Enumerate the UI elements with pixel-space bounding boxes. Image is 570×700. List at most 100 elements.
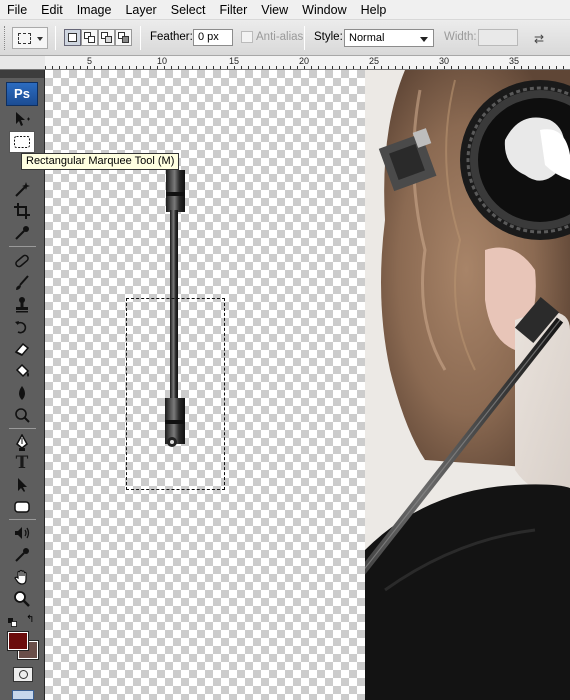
feather-label: Feather: — [150, 31, 193, 43]
healing-icon[interactable] — [9, 250, 35, 272]
ruler-tick — [171, 66, 172, 69]
marquee-icon[interactable] — [9, 131, 35, 153]
intersect-selection-button[interactable] — [115, 29, 132, 46]
path-select-icon[interactable] — [9, 474, 35, 496]
ruler-tick — [507, 66, 508, 69]
ruler-tick — [332, 66, 333, 69]
ruler-tick — [234, 66, 235, 69]
history-brush-icon[interactable] — [9, 316, 35, 338]
ruler-tick — [388, 66, 389, 69]
notes-icon[interactable] — [9, 522, 35, 544]
ruler-tick — [227, 66, 228, 69]
blur-icon[interactable] — [9, 382, 35, 404]
ruler-tick — [59, 66, 60, 69]
menu-image[interactable]: Image — [70, 0, 119, 20]
ruler-tick — [143, 66, 144, 69]
menu-select[interactable]: Select — [164, 0, 213, 20]
horizontal-ruler: 5 10 15 20 25 30 35 — [45, 56, 570, 70]
toolbox-header[interactable] — [0, 70, 45, 78]
ruler-tick — [416, 66, 417, 69]
options-grip[interactable] — [4, 26, 7, 50]
magic-wand-icon[interactable] — [9, 178, 35, 200]
antialias-checkbox[interactable] — [241, 31, 253, 43]
selection-marquee[interactable] — [126, 298, 225, 490]
menu-layer[interactable]: Layer — [118, 0, 163, 20]
ruler-tick — [255, 66, 256, 69]
chevron-down-icon — [37, 37, 43, 41]
zoom-icon[interactable] — [9, 588, 35, 610]
ruler-tick — [269, 66, 270, 69]
eyedropper2-icon[interactable] — [9, 544, 35, 566]
ruler-tick — [402, 66, 403, 69]
ruler-tick — [262, 66, 263, 69]
menu-view[interactable]: View — [254, 0, 295, 20]
paint-bucket-icon[interactable] — [9, 360, 35, 382]
feather-input[interactable]: 0 px — [193, 29, 233, 46]
hand-icon[interactable] — [9, 566, 35, 588]
divider — [55, 26, 56, 50]
ruler-tick — [213, 66, 214, 69]
eraser-icon[interactable] — [9, 338, 35, 360]
style-value: Normal — [349, 32, 385, 44]
ruler-tick — [542, 66, 543, 69]
ruler-tick — [528, 66, 529, 69]
swap-colors-icon[interactable]: ↰ — [26, 614, 34, 625]
screen-mode-button[interactable] — [12, 690, 34, 700]
move-icon[interactable] — [9, 108, 35, 130]
ruler-label: 20 — [299, 56, 310, 66]
ruler-tick — [297, 66, 298, 69]
shape-icon[interactable] — [9, 496, 35, 518]
dodge-icon[interactable] — [9, 404, 35, 426]
ruler-tick — [549, 66, 550, 69]
marquee-preset-icon — [18, 33, 31, 44]
style-select[interactable]: Normal — [344, 29, 434, 47]
width-input[interactable] — [478, 29, 518, 46]
stamp-icon[interactable] — [9, 294, 35, 316]
crop-icon[interactable] — [9, 200, 35, 222]
ruler-tick — [367, 66, 368, 69]
ruler-tick — [276, 66, 277, 69]
brush-icon[interactable] — [9, 272, 35, 294]
ruler-tick — [311, 66, 312, 69]
quick-mask-button[interactable] — [13, 667, 33, 682]
photoshop-logo[interactable]: Ps — [6, 82, 38, 106]
menu-edit[interactable]: Edit — [34, 0, 70, 20]
chevron-down-icon — [420, 37, 428, 42]
ruler-tick — [241, 66, 242, 69]
ruler-tick — [73, 66, 74, 69]
quick-mask-icon — [19, 670, 28, 679]
ruler-tick — [164, 66, 165, 69]
foreground-color-swatch[interactable] — [7, 631, 29, 651]
ruler-tick — [283, 66, 284, 69]
ruler-tick — [45, 66, 46, 69]
ruler-tick — [185, 66, 186, 69]
menu-window[interactable]: Window — [295, 0, 353, 20]
ruler-tick — [304, 66, 305, 69]
default-colors-icon[interactable] — [8, 616, 17, 627]
menu-filter[interactable]: Filter — [212, 0, 254, 20]
menu-file[interactable]: File — [0, 0, 34, 20]
ruler-tick — [178, 66, 179, 69]
ruler-tick — [206, 66, 207, 69]
ruler-tick — [115, 66, 116, 69]
tool-preset-picker[interactable] — [12, 27, 48, 49]
ruler-tick — [556, 66, 557, 69]
ruler-tick — [514, 66, 515, 69]
tool-tooltip: Rectangular Marquee Tool (M) — [21, 153, 180, 170]
ruler-tick — [500, 66, 501, 69]
new-selection-button[interactable] — [64, 29, 81, 46]
type-icon[interactable]: T — [9, 452, 35, 474]
ruler-tick — [129, 66, 130, 69]
ruler-tick — [444, 66, 445, 69]
ruler-tick — [157, 66, 158, 69]
ruler-tick — [199, 66, 200, 69]
add-selection-button[interactable] — [81, 29, 98, 46]
eyedropper-icon[interactable] — [9, 222, 35, 244]
pen-icon[interactable] — [9, 432, 35, 454]
ruler-label: 35 — [509, 56, 520, 66]
ruler-tick — [535, 66, 536, 69]
subtract-selection-button[interactable] — [98, 29, 115, 46]
swap-dimensions-icon[interactable]: ⇄ — [534, 32, 544, 46]
ruler-tick — [472, 66, 473, 69]
menu-help[interactable]: Help — [354, 0, 394, 20]
